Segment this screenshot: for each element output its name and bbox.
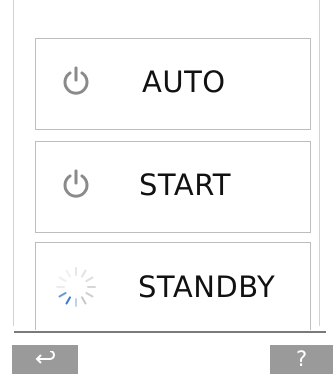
loading-spinner-icon <box>56 267 96 307</box>
help-button[interactable]: ? <box>270 345 333 374</box>
frame-border-right <box>319 0 320 326</box>
help-button-label: ? <box>296 347 308 371</box>
power-icon <box>63 169 89 198</box>
footer-divider <box>14 331 326 333</box>
start-mode-label: START <box>139 168 231 202</box>
back-button[interactable] <box>12 345 78 374</box>
standby-mode-button[interactable]: STANDBY <box>35 242 311 330</box>
power-icon <box>63 66 89 95</box>
start-mode-button[interactable]: START <box>35 141 311 233</box>
standby-mode-label: STANDBY <box>138 270 276 304</box>
auto-mode-label: AUTO <box>142 65 226 99</box>
frame-border-left <box>13 0 14 326</box>
auto-mode-button[interactable]: AUTO <box>35 38 311 130</box>
back-arrow-icon <box>35 351 55 364</box>
